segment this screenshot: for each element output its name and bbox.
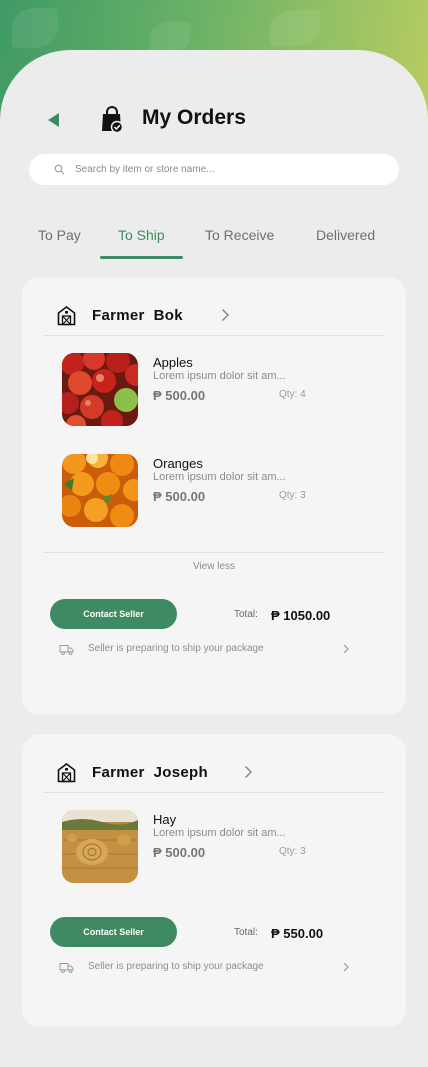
tab-to-pay[interactable]: To Pay (38, 226, 81, 260)
contact-seller-button[interactable]: Contact Seller (50, 917, 177, 947)
leaf-decoration (270, 10, 320, 46)
item-name: Hay (153, 812, 177, 827)
divider (43, 552, 384, 553)
chevron-right-icon (343, 644, 349, 654)
item-description: Lorem ipsum dolor sit am... (153, 827, 286, 839)
shipping-status-row[interactable]: Seller is preparing to ship your package (22, 641, 406, 659)
store-header[interactable]: Farmer Joseph (22, 734, 406, 792)
leaf-decoration (12, 8, 58, 48)
leaf-decoration (150, 22, 190, 52)
shipping-status-row[interactable]: Seller is preparing to ship your package (22, 959, 406, 977)
order-card: Farmer Bok Apples Lorem ipsum dolor sit … (22, 277, 406, 715)
order-card: Farmer Joseph Hay Lorem ipsum dolor sit … (22, 734, 406, 1027)
item-name: Oranges (153, 456, 203, 471)
active-tab-indicator (100, 256, 183, 259)
order-status-tabs: To Pay To Ship To Receive Delivered (0, 226, 428, 262)
shipping-status-text: Seller is preparing to ship your package (88, 643, 264, 654)
item-price: ₱ 500.00 (153, 388, 206, 403)
tab-to-ship[interactable]: To Ship (118, 226, 165, 260)
tab-to-receive[interactable]: To Receive (205, 226, 274, 260)
total-value: ₱ 1050.00 (271, 608, 331, 623)
list-item[interactable]: Apples Lorem ipsum dolor sit am... ₱ 500… (22, 353, 406, 428)
back-arrow-icon[interactable] (44, 110, 64, 130)
oranges-image (62, 454, 138, 527)
item-price: ₱ 500.00 (153, 845, 206, 860)
item-quantity: Qty: 3 (279, 846, 306, 857)
page-header: My Orders (0, 100, 428, 140)
total-label: Total: (234, 609, 258, 620)
chevron-right-icon[interactable] (243, 765, 253, 779)
list-item[interactable]: Oranges Lorem ipsum dolor sit am... ₱ 50… (22, 454, 406, 529)
shopping-bag-icon (102, 106, 124, 134)
divider (43, 792, 384, 793)
truck-icon (59, 963, 74, 973)
store-name: Farmer Joseph (92, 764, 208, 781)
hay-bales-image (62, 810, 138, 883)
barn-icon (57, 763, 76, 783)
page-title: My Orders (142, 106, 246, 129)
search-bar[interactable] (29, 154, 399, 185)
chevron-right-icon[interactable] (220, 308, 230, 322)
item-name: Apples (153, 355, 193, 370)
item-price: ₱ 500.00 (153, 489, 206, 504)
contact-seller-button[interactable]: Contact Seller (50, 599, 177, 629)
view-less-link[interactable]: View less (22, 561, 406, 572)
list-item[interactable]: Hay Lorem ipsum dolor sit am... ₱ 500.00… (22, 810, 406, 885)
store-header[interactable]: Farmer Bok (22, 277, 406, 335)
chevron-right-icon (343, 962, 349, 972)
search-icon (54, 164, 65, 175)
search-input[interactable] (75, 160, 375, 179)
apples-image (62, 353, 138, 426)
shipping-status-text: Seller is preparing to ship your package (88, 961, 264, 972)
barn-icon (57, 306, 76, 326)
total-value: ₱ 550.00 (271, 926, 324, 941)
truck-icon (59, 645, 74, 655)
store-name: Farmer Bok (92, 307, 183, 324)
divider (43, 335, 384, 336)
item-description: Lorem ipsum dolor sit am... (153, 370, 286, 382)
item-quantity: Qty: 3 (279, 490, 306, 501)
tab-delivered[interactable]: Delivered (316, 226, 375, 260)
item-quantity: Qty: 4 (279, 389, 306, 400)
item-description: Lorem ipsum dolor sit am... (153, 471, 286, 483)
total-label: Total: (234, 927, 258, 938)
